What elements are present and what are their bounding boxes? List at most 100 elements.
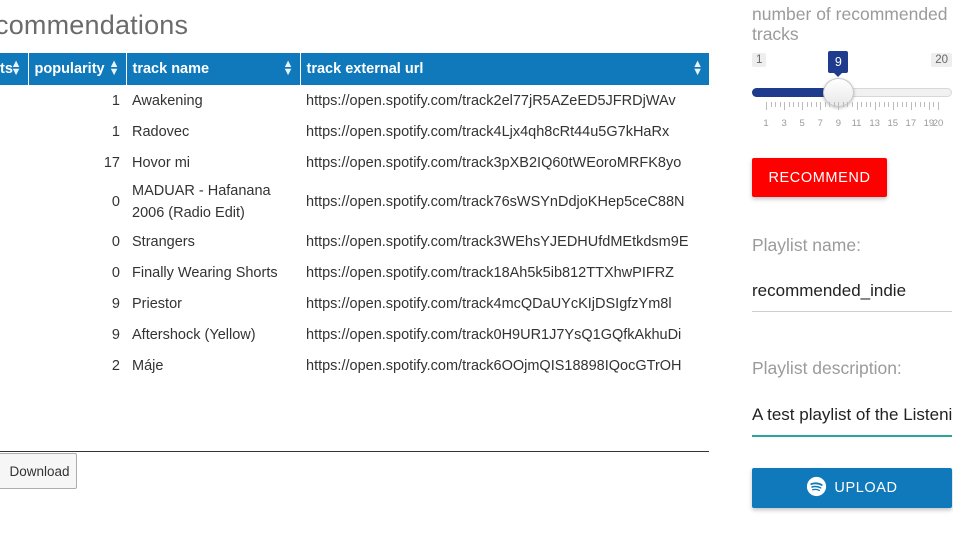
slider-tick	[892, 102, 894, 110]
slider-tick	[915, 102, 917, 107]
track-url-cell: https://open.spotify.com/track0H9UR1J7Ys…	[306, 326, 682, 343]
slider-tick-label: 9	[835, 118, 842, 129]
column-header-popularity[interactable]: popularity ▲ ▼	[28, 53, 127, 85]
slider-tick	[847, 102, 849, 107]
slider-max-label: 20	[931, 53, 952, 67]
slider-tick	[919, 102, 921, 107]
slider-tick-label: 13	[869, 118, 880, 129]
popularity-cell: 9	[111, 295, 120, 312]
slider-ticks	[752, 102, 952, 112]
popularity-cell: 0	[111, 264, 120, 281]
slider-tick	[910, 102, 912, 110]
slider-tick	[906, 102, 908, 107]
table-row: 0 Finally Wearing Shorts https://open.sp…	[0, 257, 709, 288]
slider-label: number of recommended tracks	[752, 4, 948, 44]
slider-tick	[784, 102, 786, 110]
artists-cell	[0, 319, 28, 350]
slider-tick-label: 11	[851, 118, 862, 129]
track-count-slider[interactable]: 1 20 9 1 3 5 7 9 11 13 15 17 19 20	[752, 50, 952, 140]
playlist-name-input[interactable]	[752, 278, 952, 312]
page-title: commendations	[0, 10, 189, 40]
track-url-cell: https://open.spotify.com/track76sWSYnDdj…	[306, 194, 685, 210]
download-button[interactable]: Download	[0, 453, 77, 489]
track-name-cell: Hovor mi	[132, 154, 191, 171]
slider-tick	[806, 102, 808, 107]
track-url-cell: https://open.spotify.com/track6OOjmQIS18…	[306, 357, 682, 374]
table-bottom-border	[0, 451, 709, 452]
slider-tick-label: 3	[781, 118, 787, 129]
column-header-label: track name	[132, 61, 210, 77]
sort-icon: ▲ ▼	[108, 58, 120, 78]
slider-tick	[766, 102, 767, 110]
slider-tick	[797, 102, 799, 107]
spotify-icon	[806, 476, 827, 501]
slider-tick-label: 20	[932, 118, 944, 129]
column-header-label: track external url	[306, 61, 424, 77]
column-header-track-name[interactable]: track name ▲ ▼	[126, 53, 301, 85]
slider-tick	[770, 102, 772, 107]
column-header-track-url[interactable]: track external url ▲ ▼	[300, 53, 709, 85]
slider-value-badge: 9	[828, 51, 849, 77]
track-url-cell: https://open.spotify.com/track4mcQDaUYcK…	[306, 295, 672, 312]
slider-tick	[928, 102, 930, 110]
slider-tick-label: 1	[763, 118, 769, 129]
slider-tick	[824, 102, 826, 107]
slider-tick	[861, 102, 863, 107]
recommendations-table: ts ▲ ▼ popularity ▲ ▼ track name ▲ ▼ track …	[0, 53, 709, 381]
popularity-cell: 9	[111, 326, 120, 343]
artists-cell	[0, 85, 28, 116]
slider-tick	[888, 102, 890, 107]
slider-tick-label: 17	[905, 118, 917, 129]
playlist-description-input[interactable]	[752, 402, 952, 437]
slider-tick	[775, 102, 777, 107]
slider-tick	[901, 102, 903, 107]
table-row: 1 Awakening https://open.spotify.com/tra…	[0, 85, 709, 116]
sort-icon: ▲ ▼	[282, 58, 294, 78]
slider-tick	[870, 102, 872, 107]
artists-cell	[0, 257, 28, 288]
track-url-cell: https://open.spotify.com/track2el77jR5AZ…	[306, 92, 676, 109]
sort-icon: ▲ ▼	[10, 58, 22, 78]
slider-tick	[856, 102, 858, 110]
artists-cell	[0, 147, 28, 178]
playlist-name-label: Playlist name:	[752, 235, 861, 255]
slider-tick	[838, 102, 840, 110]
slider-tick	[833, 102, 835, 107]
track-name-cell: Máje	[132, 357, 164, 374]
table-row: 0 Strangers https://open.spotify.com/tra…	[0, 226, 709, 257]
recommend-button[interactable]: RECOMMEND	[752, 158, 887, 197]
upload-button[interactable]: UPLOAD	[752, 468, 952, 508]
artists-cell	[0, 178, 28, 226]
track-name-cell: Awakening	[132, 92, 203, 109]
slider-tick	[779, 102, 781, 107]
slider-tick	[788, 102, 790, 107]
track-name-cell: Strangers	[132, 233, 195, 250]
slider-tick	[815, 102, 817, 107]
slider-tick	[852, 102, 853, 107]
track-name-cell: MADUAR - Hafanana 2006 (Radio Edit)	[132, 183, 271, 221]
slider-tick	[865, 102, 867, 107]
table-row: 9 Aftershock (Yellow) https://open.spoti…	[0, 319, 709, 350]
popularity-cell: 1	[111, 123, 120, 140]
table-row: 2 Máje https://open.spotify.com/track6OO…	[0, 350, 709, 381]
table-row: 9 Priestor https://open.spotify.com/trac…	[0, 288, 709, 319]
table-row: 0 MADUAR - Hafanana 2006 (Radio Edit) ht…	[0, 178, 709, 226]
slider-tick	[933, 102, 935, 107]
slider-tick-label: 7	[817, 118, 823, 129]
track-name-cell: Aftershock (Yellow)	[132, 326, 256, 343]
table-header-row: ts ▲ ▼ popularity ▲ ▼ track name ▲ ▼ track …	[0, 53, 709, 85]
slider-tick	[938, 102, 939, 110]
popularity-cell: 17	[103, 154, 120, 171]
column-header-artists[interactable]: ts ▲ ▼	[0, 53, 29, 85]
slider-tick	[883, 102, 885, 107]
artists-cell	[0, 116, 28, 147]
slider-tick	[793, 102, 795, 107]
track-url-cell: https://open.spotify.com/track4Ljx4qh8cR…	[306, 123, 670, 140]
slider-tick-label: 5	[799, 118, 805, 129]
track-name-cell: Radovec	[132, 123, 190, 140]
popularity-cell: 1	[111, 92, 120, 109]
playlist-description-label: Playlist description:	[752, 358, 902, 378]
track-name-cell: Finally Wearing Shorts	[132, 264, 278, 281]
slider-tick	[842, 102, 844, 107]
slider-tick	[829, 102, 831, 107]
